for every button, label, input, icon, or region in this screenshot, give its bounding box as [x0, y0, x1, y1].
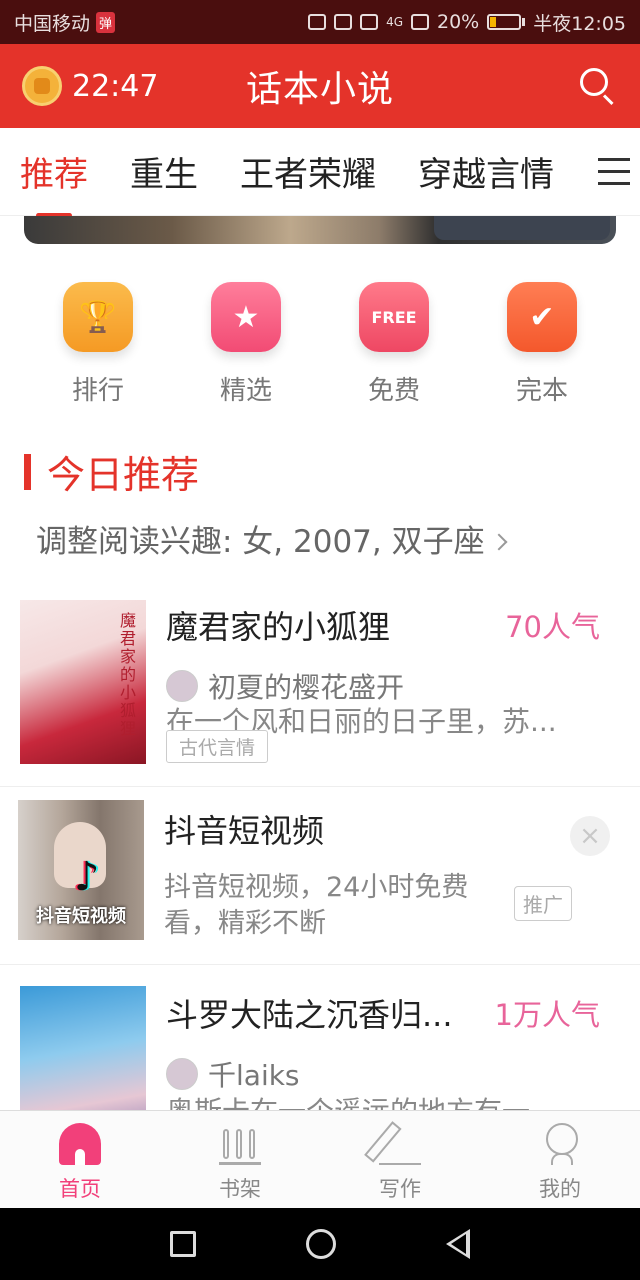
tab-time-travel-romance[interactable]: 穿越言情 [418, 147, 554, 196]
book-cover: 魔君家的小狐狸 [20, 600, 146, 764]
book-title: 斗罗大陆之沉香归... [166, 996, 453, 1034]
search-button[interactable] [578, 66, 618, 106]
sponsored-tag: 推广 [514, 886, 572, 921]
hd-icon [334, 14, 353, 30]
banner-carousel[interactable] [24, 216, 616, 244]
app-header: 22:47 话本小说 [0, 44, 640, 128]
divider [0, 964, 640, 965]
alarm-clock-icon [22, 66, 62, 106]
nav-label: 书架 [219, 1177, 261, 1201]
profile-icon [539, 1123, 581, 1165]
ad-title: 抖音短视频 [164, 812, 325, 850]
category-tabs: 推荐 重生 王者荣耀 穿越言情 [0, 128, 640, 218]
nav-home[interactable]: 首页 [0, 1111, 160, 1208]
author-avatar [166, 670, 198, 702]
eye-icon [360, 14, 379, 30]
section-accent [24, 453, 31, 490]
nav-label: 写作 [379, 1177, 421, 1201]
interest-text: 调整阅读兴趣: 女, 2007, 双子座 [36, 524, 485, 560]
battery-icon [487, 14, 526, 30]
ad-description: 抖音短视频，24小时免费看，精彩不断 [164, 872, 469, 939]
home-button-icon[interactable] [306, 1229, 336, 1259]
quick-link-label: 排行 [71, 376, 124, 406]
home-icon [59, 1123, 101, 1165]
book-genre-tag: 古代言情 [166, 730, 269, 763]
mute-icon [308, 14, 327, 30]
author-avatar [166, 1058, 198, 1090]
signal-icon [411, 14, 429, 30]
quick-link-label: 免费 [367, 376, 420, 406]
book-cover [20, 986, 146, 1110]
quick-link-ranking[interactable]: 🏆 排行 [24, 282, 172, 407]
ad-cover: ♪ 抖音短视频 [18, 800, 144, 940]
quick-link-label: 精选 [219, 376, 272, 406]
ad-cover-text: 抖音短视频 [36, 906, 126, 927]
section-title: 今日推荐 [47, 453, 200, 497]
book-popularity: 1万人气 [494, 998, 600, 1032]
quick-link-free[interactable]: FREE 免费 [320, 282, 468, 407]
trophy-icon: 🏆 [63, 282, 133, 352]
nav-bookshelf[interactable]: 书架 [160, 1111, 320, 1208]
nav-label: 我的 [539, 1177, 581, 1201]
system-navigation [0, 1208, 640, 1280]
carrier-name: 中国移动 [14, 12, 91, 35]
status-icons: 4G 20% 半夜12:05 [308, 9, 626, 36]
nav-write[interactable]: 写作 [320, 1111, 480, 1208]
free-icon: FREE [359, 282, 429, 352]
quick-link-featured[interactable]: ★ 精选 [172, 282, 320, 407]
recent-apps-icon[interactable] [170, 1231, 196, 1257]
book-description: 奥斯卡在一个遥远的地方有一 [166, 1090, 614, 1110]
ad-item[interactable]: ♪ 抖音短视频 抖音短视频 × 抖音短视频，24小时免费看，精彩不断 推广 [0, 786, 640, 964]
tiktok-icon: ♪ [74, 854, 100, 900]
book-item[interactable]: 斗罗大陆之沉香归... 1万人气 千laiks 奥斯卡在一个遥远的地方有一 [0, 984, 640, 1110]
cover-title: 魔君家的小狐狸 [120, 611, 137, 738]
tab-honor-of-kings[interactable]: 王者荣耀 [240, 147, 376, 196]
close-icon[interactable]: × [570, 816, 610, 856]
chevron-right-icon [490, 533, 508, 551]
quick-link-completed[interactable]: ✔ 完本 [468, 282, 616, 407]
adjust-interest-link[interactable]: 调整阅读兴趣: 女, 2007, 双子座 [36, 516, 508, 561]
carrier-info: 中国移动 弹 [14, 9, 116, 36]
reading-timer[interactable]: 22:47 [22, 66, 158, 106]
book-popularity: 70人气 [505, 610, 600, 644]
menu-icon[interactable] [598, 158, 630, 186]
author-name: 千laiks [208, 1059, 300, 1092]
timer-text: 22:47 [72, 68, 159, 104]
star-icon: ★ [211, 282, 281, 352]
battery-percent: 20% [437, 11, 480, 33]
tab-recommend[interactable]: 推荐 [20, 147, 88, 218]
status-time: 半夜12:05 [533, 12, 626, 35]
back-icon[interactable] [446, 1229, 470, 1259]
nav-profile[interactable]: 我的 [480, 1111, 640, 1208]
search-icon [580, 68, 608, 96]
status-bar: 中国移动 弹 4G 20% 半夜12:05 [0, 0, 640, 44]
tab-rebirth[interactable]: 重生 [130, 147, 198, 196]
book-title: 魔君家的小狐狸 [166, 608, 391, 646]
nav-label: 首页 [59, 1177, 101, 1201]
network-type: 4G [386, 15, 403, 29]
book-author: 千laiks [166, 1054, 300, 1094]
bookshelf-icon [219, 1123, 261, 1165]
section-header: 今日推荐 [24, 444, 199, 499]
pencil-icon [379, 1123, 421, 1165]
bottom-navigation: 首页 书架 写作 我的 [0, 1110, 640, 1208]
quick-links: 🏆 排行 ★ 精选 FREE 免费 ✔ 完本 [0, 282, 640, 407]
check-icon: ✔ [507, 282, 577, 352]
book-item[interactable]: 魔君家的小狐狸 魔君家的小狐狸 70人气 初夏的樱花盛开 在一个风和日丽的日子里… [0, 596, 640, 786]
danmu-badge: 弹 [96, 11, 116, 33]
quick-link-label: 完本 [515, 376, 568, 406]
